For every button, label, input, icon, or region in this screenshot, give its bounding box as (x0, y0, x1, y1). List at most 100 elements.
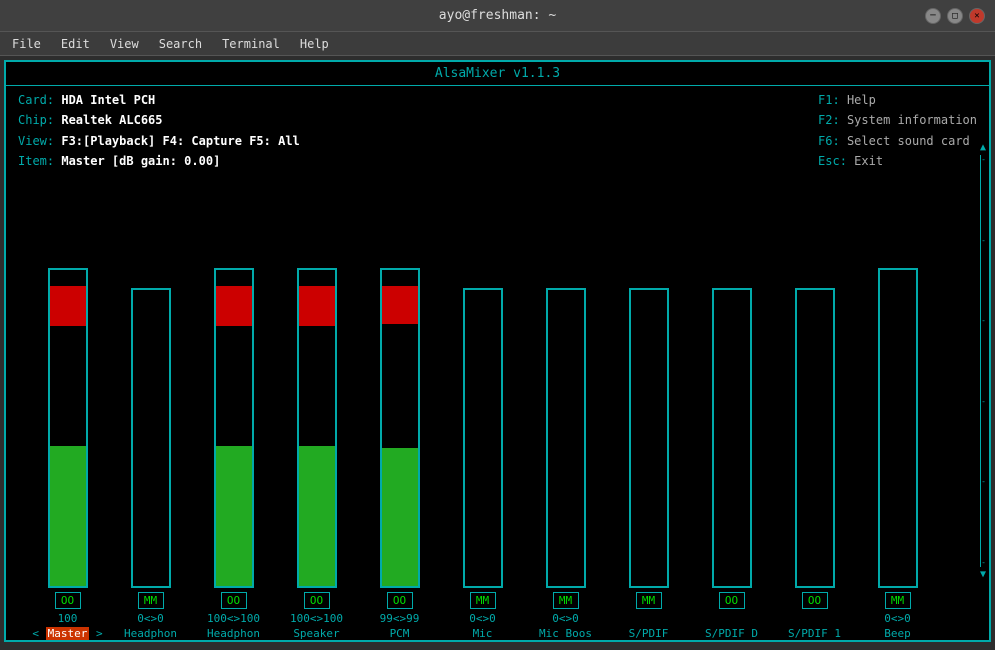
fader-green (382, 448, 418, 586)
channel-speaker[interactable]: OO 100<>100 Speaker (275, 268, 358, 640)
channel-s/pdif-1[interactable]: OO S/PDIF 1 (773, 288, 856, 640)
fader-container (297, 268, 337, 588)
menu-edit[interactable]: Edit (53, 35, 98, 53)
ch-label: Mic (473, 627, 493, 640)
menu-terminal[interactable]: Terminal (214, 35, 288, 53)
scroll-down-arrow: ▼ (980, 569, 986, 580)
vol-value: 100<>100 (290, 612, 343, 625)
vol-value: 99<>99 (380, 612, 420, 625)
title-bar-text: ayo@freshman: ~ (70, 8, 925, 23)
fader-red (50, 286, 86, 326)
channel-mic[interactable]: MM 0<>0 Mic (441, 288, 524, 640)
channel-mic-boos[interactable]: MM 0<>0 Mic Boos (524, 288, 607, 640)
ch-label: Beep (884, 627, 911, 640)
ch-label: Headphon (124, 627, 177, 640)
maximize-button[interactable]: □ (947, 8, 963, 24)
ch-label: Headphon (207, 627, 260, 640)
vol-value: 0<>0 (137, 612, 164, 625)
channels-area: OO 100 < Master > MM 0<>0 Headphon OO 10… (6, 176, 989, 640)
info-left: Card: HDA Intel PCH Chip: Realtek ALC665… (18, 90, 300, 172)
channel-headphon[interactable]: OO 100<>100 Headphon (192, 268, 275, 640)
fader-fill (216, 286, 252, 586)
mm-box: OO (55, 592, 81, 609)
fader-gap (216, 326, 252, 446)
fader-gap (299, 326, 335, 446)
ch-label: Speaker (293, 627, 339, 640)
vol-value: 100<>100 (207, 612, 260, 625)
fader-green (216, 446, 252, 586)
fader-gap (50, 326, 86, 446)
fader-fill (880, 286, 916, 586)
fader-gap (880, 286, 916, 586)
fader-gap (382, 324, 418, 448)
vol-value: 0<>0 (469, 612, 496, 625)
fader-container-empty (131, 288, 171, 588)
ch-label: S/PDIF D (705, 627, 758, 640)
channel-pcm[interactable]: OO 99<>99 PCM (358, 268, 441, 640)
ch-label: S/PDIF 1 (788, 627, 841, 640)
info-row: Card: HDA Intel PCH Chip: Realtek ALC665… (6, 86, 989, 176)
fader-green (50, 446, 86, 586)
fader-red (216, 286, 252, 326)
alsamixer-container: AlsaMixer v1.1.3 Card: HDA Intel PCH Chi… (4, 60, 991, 642)
item-value: Master [dB gain: 0.00] (61, 154, 220, 168)
fader-container (214, 268, 254, 588)
vol-value: 100 (58, 612, 78, 625)
fader-container (878, 268, 918, 588)
close-button[interactable]: ✕ (969, 8, 985, 24)
mm-box: OO (304, 592, 330, 609)
scroll-indicator: ▲ - - - - - - ▼ (979, 142, 987, 580)
fader-fill (382, 286, 418, 586)
vol-value: 0<>0 (552, 612, 579, 625)
mm-box: MM (885, 592, 911, 609)
fader-container (48, 268, 88, 588)
mm-box: MM (636, 592, 662, 609)
menu-view[interactable]: View (102, 35, 147, 53)
info-right: F1: Help F2: System information F6: Sele… (818, 90, 977, 172)
fader-container-empty (463, 288, 503, 588)
channel-master[interactable]: OO 100 < Master > (26, 268, 109, 640)
mm-box: OO (719, 592, 745, 609)
channel-headphon[interactable]: MM 0<>0 Headphon (109, 288, 192, 640)
fader-green (299, 446, 335, 586)
menu-bar: File Edit View Search Terminal Help (0, 32, 995, 56)
title-bar: ayo@freshman: ~ ─ □ ✕ (0, 0, 995, 32)
card-value: HDA Intel PCH (61, 93, 155, 107)
vol-value (811, 612, 818, 625)
alsa-title: AlsaMixer v1.1.3 (6, 62, 989, 86)
fader-container-empty (712, 288, 752, 588)
ch-label: S/PDIF (629, 627, 669, 640)
mm-box: MM (553, 592, 579, 609)
fader-container-empty (546, 288, 586, 588)
fader-container-empty (795, 288, 835, 588)
ch-label: PCM (390, 627, 410, 640)
scroll-up-arrow: ▲ (980, 142, 986, 153)
ch-label: Mic Boos (539, 627, 592, 640)
title-bar-buttons: ─ □ ✕ (925, 8, 985, 24)
menu-search[interactable]: Search (151, 35, 210, 53)
mm-box: MM (470, 592, 496, 609)
ch-label-selected: < Master > (32, 627, 102, 640)
fader-red (299, 286, 335, 326)
minimize-button[interactable]: ─ (925, 8, 941, 24)
mm-box: OO (802, 592, 828, 609)
vol-value (728, 612, 735, 625)
channel-beep[interactable]: MM 0<>0 Beep (856, 268, 939, 640)
mm-box: OO (221, 592, 247, 609)
mm-box: OO (387, 592, 413, 609)
vol-value (645, 612, 652, 625)
mm-box: MM (138, 592, 164, 609)
fader-container-empty (629, 288, 669, 588)
vol-value: 0<>0 (884, 612, 911, 625)
fader-fill (299, 286, 335, 586)
channel-s/pdif-d[interactable]: OO S/PDIF D (690, 288, 773, 640)
scroll-track: - - - - - - (980, 155, 986, 567)
channel-s/pdif[interactable]: MM S/PDIF (607, 288, 690, 640)
fader-container (380, 268, 420, 588)
fader-red (382, 286, 418, 324)
fader-fill (50, 286, 86, 586)
menu-help[interactable]: Help (292, 35, 337, 53)
menu-file[interactable]: File (4, 35, 49, 53)
chip-value: Realtek ALC665 (61, 113, 162, 127)
view-value: F3:[Playback] F4: Capture F5: All (61, 134, 299, 148)
